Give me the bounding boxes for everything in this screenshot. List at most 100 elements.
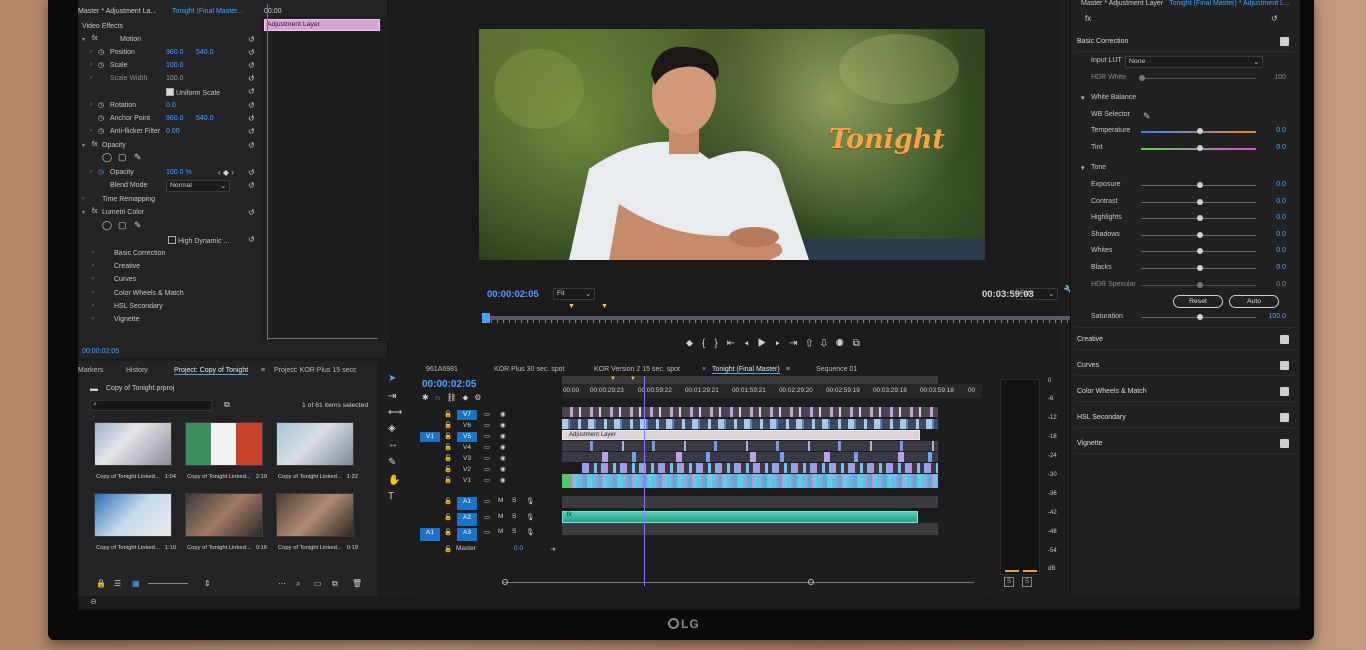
tone-exposure-row[interactable]: Exposure 0.0	[1081, 180, 1286, 192]
tone-shadows-row[interactable]: Shadows 0.0	[1081, 230, 1286, 242]
scale-width-row[interactable]: › Scale Width 100.0 ↺	[78, 73, 266, 86]
anchor-y-value[interactable]: 540.0	[196, 115, 214, 122]
v3-clips[interactable]	[562, 452, 938, 462]
rotation-value[interactable]: 0.0	[166, 102, 176, 109]
exposure-value[interactable]: 0.0	[1276, 181, 1286, 188]
hdr-white-slider[interactable]	[1139, 75, 1256, 81]
wb-selector-row[interactable]: WB Selector ✎	[1081, 110, 1286, 122]
tab-project-copy-of-tonight[interactable]: Project: Copy of Tonight	[174, 367, 249, 375]
reset-icon[interactable]: ↺	[248, 101, 255, 110]
hdr-white-row[interactable]: HDR White 100	[1081, 73, 1286, 85]
temperature-slider[interactable]	[1141, 128, 1256, 134]
sub-item-row[interactable]: › Basic Correction	[78, 248, 266, 261]
project-thumbnail[interactable]	[185, 422, 263, 466]
adjustment-layer-track-clip[interactable]: Adjustment Layer	[562, 430, 920, 440]
reset-icon[interactable]: ↺	[248, 208, 255, 217]
keyframe-nav-icon[interactable]: ‹ ◆ ›	[218, 168, 234, 177]
ellipse-mask-icon[interactable]: ◯	[102, 152, 112, 163]
hsl-secondary-section[interactable]: HSL Secondary	[1075, 408, 1295, 428]
in-out-range[interactable]	[562, 376, 938, 384]
reset-icon[interactable]: ↺	[248, 61, 255, 70]
lumetri-color-row[interactable]: ▾ fx Lumetri Color ↺	[78, 207, 266, 220]
rectangle-mask-icon[interactable]: ▢	[118, 220, 127, 231]
expand-triangle-icon[interactable]: ›	[90, 128, 92, 134]
lock-icon[interactable]: 🔓	[444, 465, 452, 473]
tone-whites-row[interactable]: Whites 0.0	[1081, 246, 1286, 258]
expand-triangle-icon[interactable]: ›	[90, 49, 92, 55]
stopwatch-icon[interactable]: ◷	[98, 127, 104, 135]
sub-item-row[interactable]: › Curves	[78, 274, 266, 287]
mic-icon[interactable]: 🎙	[526, 528, 534, 536]
scale-width-value[interactable]: 100.0	[166, 75, 184, 82]
shadows-slider[interactable]	[1141, 232, 1256, 238]
checkbox-icon[interactable]	[1280, 439, 1289, 448]
tone-contrast-row[interactable]: Contrast 0.0	[1081, 197, 1286, 209]
mute-button[interactable]: M	[498, 497, 503, 504]
slider-knob[interactable]	[1197, 314, 1203, 320]
tone-row[interactable]: ▾ Tone	[1081, 163, 1286, 175]
checkbox-icon[interactable]	[1280, 361, 1289, 370]
program-current-time[interactable]: 00:00:02:05	[487, 289, 539, 300]
slider-knob[interactable]	[1197, 282, 1203, 288]
track-header-a1[interactable]: 🔓 A1 ▭ M S 🎙	[410, 497, 560, 511]
opacity-row[interactable]: › ◷ Opacity 100.0 % ‹ ◆ › ↺	[78, 167, 266, 180]
slider-knob[interactable]	[1197, 145, 1203, 151]
expand-triangle-icon[interactable]: ›	[90, 169, 92, 175]
time-remapping-row[interactable]: › Time Remapping	[78, 194, 266, 207]
project-search-input[interactable]: ⌕	[90, 400, 212, 411]
extract-icon[interactable]: ⇩	[821, 338, 836, 349]
master-clip-label[interactable]: Master * Adjustment La...	[78, 8, 156, 15]
eye-icon[interactable]: ◉	[500, 465, 506, 473]
slider-knob[interactable]	[1197, 232, 1203, 238]
tint-value[interactable]: 0.0	[1276, 144, 1286, 151]
expand-triangle-icon[interactable]: ▾	[1081, 164, 1085, 172]
lock-icon[interactable]: 🔓	[444, 545, 452, 553]
tab-tonight-final-master[interactable]: Tonight (Final Master)	[712, 366, 780, 374]
anchor-x-value[interactable]: 960.0	[166, 115, 184, 122]
exposure-slider[interactable]	[1141, 182, 1256, 188]
track-label-v1[interactable]: V1	[457, 476, 477, 486]
saturation-value[interactable]: 100.0	[1268, 313, 1286, 320]
rectangle-mask-icon[interactable]: ▢	[118, 152, 127, 163]
project-thumbnail[interactable]	[276, 493, 354, 537]
list-view-icon[interactable]: ☰	[114, 579, 121, 588]
hdr-specular-slider[interactable]	[1141, 282, 1256, 288]
solo-left-button[interactable]: S	[1004, 577, 1014, 587]
lift-icon[interactable]: ⇧	[806, 338, 821, 349]
stopwatch-icon[interactable]: ◷	[98, 168, 104, 176]
temperature-row[interactable]: Temperature 0.0	[1081, 126, 1286, 138]
checkbox-icon[interactable]	[1280, 387, 1289, 396]
hand-tool-icon[interactable]: ✋	[388, 475, 400, 486]
reset-icon[interactable]: ↺	[248, 35, 255, 44]
track-label-v5[interactable]: V5	[457, 432, 477, 442]
lock-icon[interactable]: 🔓	[444, 454, 452, 462]
eye-icon[interactable]: ◉	[500, 410, 506, 418]
anti-flicker-row[interactable]: › ◷ Anti-flicker Filter 0.00 ↺	[78, 126, 266, 139]
export-frame-icon[interactable]: ◉	[836, 338, 853, 349]
sub-item-row[interactable]: › Creative	[78, 261, 266, 274]
tone-blacks-row[interactable]: Blacks 0.0	[1081, 263, 1286, 275]
reset-icon[interactable]: ↺	[248, 127, 255, 136]
settings-icon[interactable]: ⚙	[474, 393, 487, 402]
position-y-value[interactable]: 540.0	[196, 49, 214, 56]
reset-icon[interactable]: ↺	[248, 74, 255, 83]
step-forward-icon[interactable]: ▸	[776, 338, 790, 349]
reset-icon[interactable]: ↺	[1271, 14, 1278, 23]
reset-icon[interactable]: ↺	[248, 168, 255, 177]
track-label-v2[interactable]: V2	[457, 465, 477, 475]
slider-knob[interactable]	[1197, 265, 1203, 271]
sync-lock-icon[interactable]: ▭	[484, 443, 490, 451]
uniform-scale-row[interactable]: Uniform Scale ↺	[78, 86, 266, 99]
ellipse-mask-icon[interactable]: ◯	[102, 220, 112, 231]
blacks-value[interactable]: 0.0	[1276, 264, 1286, 271]
project-thumbnail[interactable]	[94, 493, 172, 537]
hdr-specular-value[interactable]: 0.0	[1276, 281, 1286, 288]
playhead-icon[interactable]	[482, 313, 490, 323]
curves-section[interactable]: Curves	[1075, 356, 1295, 376]
linked-selection-icon[interactable]: ⛓	[446, 393, 462, 402]
project-thumbnail[interactable]	[94, 422, 172, 466]
a2-audio-clip[interactable]: fx	[562, 511, 918, 523]
vignette-section[interactable]: Vignette	[1075, 434, 1295, 454]
reset-icon[interactable]: ↺	[248, 235, 255, 244]
source-patch-a1[interactable]: A1	[420, 528, 440, 541]
